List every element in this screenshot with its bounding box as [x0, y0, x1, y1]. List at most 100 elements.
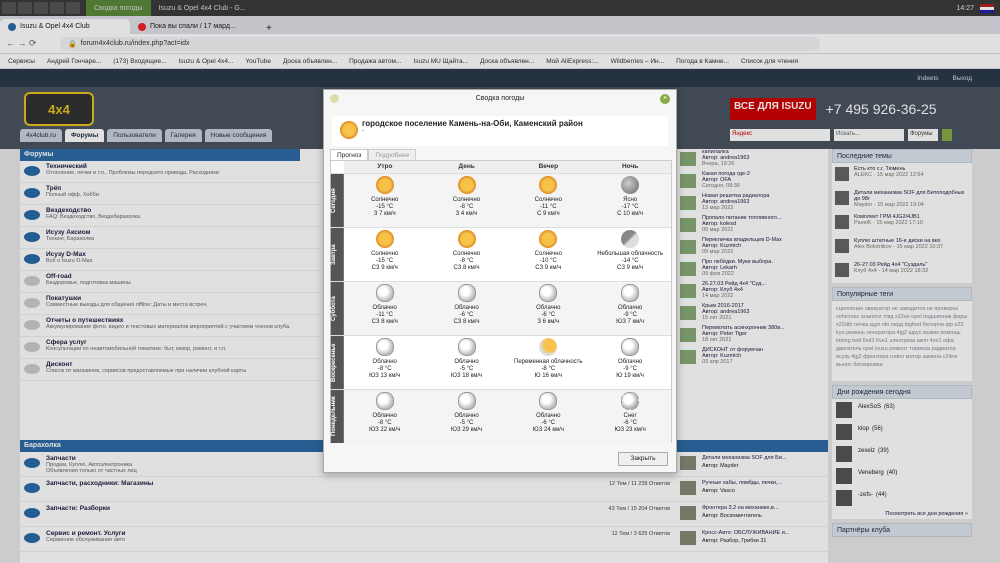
forecast-cell: Солнечно -15 °C СЗ 9 км/ч — [344, 228, 426, 281]
temperature: -11 °C — [539, 204, 557, 210]
cloud-icon — [457, 392, 476, 410]
wind: Ю 16 км/ч — [534, 373, 563, 379]
wind: С 9 км/ч — [537, 211, 560, 217]
location-panel: городское поселение Камень-на-Оби, Камен… — [332, 116, 668, 146]
condition-text: Облачно — [536, 413, 561, 419]
wind: З 4 км/ч — [455, 211, 478, 217]
forecast-day-label: Воскресенье — [331, 336, 344, 389]
cloud-icon — [375, 392, 394, 410]
col-night: Ночь — [589, 161, 671, 173]
forecast-cell: Облачно -5 °C ЮЗ 29 км/ч — [426, 390, 508, 443]
condition-text: Снег — [623, 413, 637, 419]
temperature: -15 °C — [376, 258, 394, 264]
cloud-icon — [621, 338, 640, 356]
location-name: городское поселение Камень-на-Оби, Камен… — [362, 119, 583, 128]
temperature: -9 °C — [623, 366, 637, 372]
snow-icon — [621, 392, 640, 410]
app-icon — [330, 94, 339, 103]
temperature: -8 °C — [377, 420, 392, 426]
wind: З 7 км/ч — [373, 211, 396, 217]
wind: ЮЗ 18 км/ч — [450, 373, 483, 379]
temperature: -10 °C — [539, 258, 557, 264]
condition-text: Солнечно — [534, 251, 562, 257]
condition-text: Облачно — [454, 359, 479, 365]
sun-icon — [340, 121, 358, 139]
forecast-row: Сегодня Солнечно -15 °C З 7 км/ч Солнечно -8 … — [331, 173, 671, 227]
wind: Ю 19 км/ч — [616, 373, 644, 379]
close-button[interactable]: Закрыть — [618, 452, 668, 466]
temperature: -6 °C — [541, 420, 556, 426]
forecast-cell: Облачно -9 °C Ю 19 км/ч — [589, 336, 671, 389]
forecast-row: Понедельник Облачно -8 °C ЮЗ 22 км/ч Облачно… — [331, 389, 671, 443]
condition-text: Облачно — [536, 305, 561, 311]
condition-text: Солнечно — [452, 197, 481, 203]
temperature: -5 °C — [459, 420, 474, 426]
sun-icon — [539, 176, 558, 194]
weather-dialog: Сводка погоды × городское поселение Каме… — [323, 89, 677, 473]
forecast-cell: Облачно -6 °C ЮЗ 24 км/ч — [507, 390, 589, 443]
condition-text: Облачно — [372, 359, 397, 365]
cloud-icon — [621, 284, 640, 302]
temperature: -14 °C — [621, 258, 639, 264]
wind: ЮЗ 24 км/ч — [532, 427, 564, 433]
sun-icon — [539, 230, 558, 248]
forecast-cell: Переменная облачность -8 °C Ю 16 км/ч — [507, 336, 589, 389]
cloud-icon — [457, 338, 476, 356]
forecast-cell: Снег -6 °C ЮЗ 23 км/ч — [589, 390, 671, 443]
moon-icon — [621, 176, 640, 194]
partly-cloudy-night-icon — [621, 230, 640, 248]
close-icon[interactable]: × — [660, 94, 670, 104]
temperature: -8 °C — [459, 204, 474, 210]
forecast-cell: Облачно -9 °C ЮЗ 7 км/ч — [589, 282, 671, 335]
wind: ЮЗ 13 км/ч — [369, 373, 401, 379]
temperature: -8 °C — [377, 366, 392, 372]
wind: З 6 км/ч — [537, 319, 560, 325]
temperature: -6 °C — [623, 420, 637, 426]
forecast-header: Утро День Вечер Ночь — [344, 161, 671, 173]
forecast-cell: Солнечно -11 °C С 9 км/ч — [507, 174, 589, 227]
wind: СЗ 8 км/ч — [453, 265, 480, 271]
wind: ЮЗ 29 км/ч — [450, 427, 483, 433]
sun-icon — [457, 176, 476, 194]
col-morning: Утро — [344, 161, 426, 173]
condition-text: Облачно — [372, 413, 397, 419]
condition-text: Переменная облачность — [514, 359, 583, 365]
temperature: -6 °C — [541, 312, 556, 318]
forecast-cell: Ясно -17 °C С 10 км/ч — [589, 174, 671, 227]
condition-text: Облачно — [372, 305, 397, 311]
condition-text: Солнечно — [534, 197, 562, 203]
forecast-cell: Облачно -8 °C ЮЗ 13 км/ч — [344, 336, 426, 389]
col-evening: Вечер — [507, 161, 590, 173]
condition-text: Облачно — [617, 359, 643, 365]
cloud-icon — [539, 284, 558, 302]
cloud-icon — [457, 284, 476, 302]
wind: СЗ 8 км/ч — [453, 319, 480, 325]
forecast-row: Суббота Облачно -11 °C СЗ 8 км/ч Облачно -6 °… — [331, 281, 671, 335]
temperature: -6 °C — [459, 312, 474, 318]
partly-cloudy-icon — [539, 338, 558, 356]
condition-text: Облачно — [454, 305, 479, 311]
forecast-grid: Утро День Вечер Ночь Сегодня Солнечно -15 … — [330, 160, 672, 443]
sun-icon — [375, 176, 394, 194]
dialog-title: Сводка погоды — [475, 95, 525, 102]
forecast-cell: Солнечно -8 °C СЗ 8 км/ч — [426, 228, 508, 281]
condition-text: Небольшая облачность — [597, 251, 663, 257]
forecast-row: Завтра Солнечно -15 °C СЗ 9 км/ч Солнечно -8 … — [331, 227, 671, 281]
temperature: -9 °C — [623, 312, 637, 318]
wind: СЗ 8 км/ч — [371, 319, 398, 325]
cloud-icon — [375, 338, 394, 356]
wind: СЗ 9 км/ч — [535, 265, 562, 271]
dialog-titlebar: Сводка погоды × — [324, 90, 676, 108]
condition-text: Облачно — [454, 413, 479, 419]
forecast-cell: Солнечно -8 °C З 4 км/ч — [426, 174, 508, 227]
temperature: -8 °C — [459, 258, 474, 264]
temperature: -15 °C — [376, 204, 394, 210]
condition-text: Ясно — [623, 197, 638, 203]
wind: ЮЗ 7 км/ч — [616, 319, 645, 325]
sun-icon — [457, 230, 476, 248]
wind: СЗ 9 км/ч — [617, 265, 644, 271]
temperature: -8 °C — [541, 366, 556, 372]
wind: С 10 км/ч — [617, 211, 644, 217]
forecast-day-label: Сегодня — [331, 174, 344, 227]
temperature: -5 °C — [459, 366, 474, 372]
